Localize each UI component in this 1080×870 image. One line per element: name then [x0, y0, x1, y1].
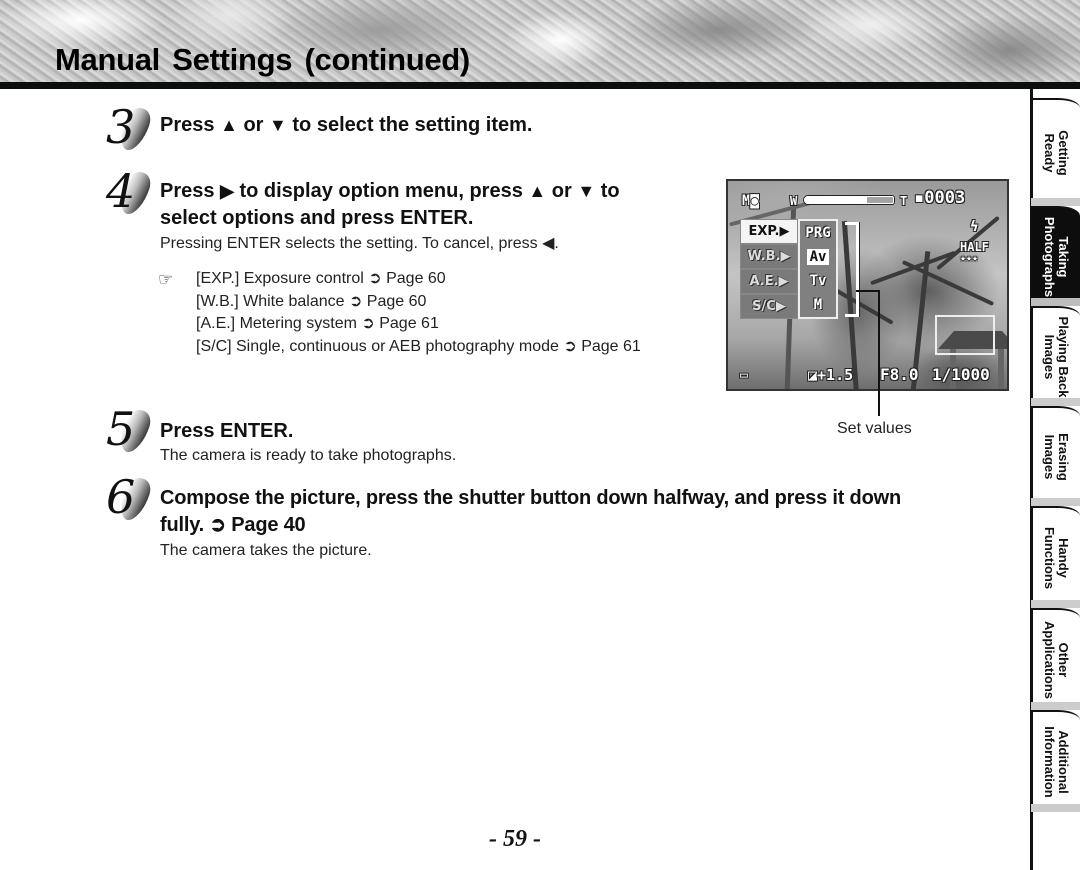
page-title: Manual Settings (continued)	[55, 42, 470, 77]
tab-handy-functions[interactable]: Handy Functions	[1031, 506, 1080, 608]
reference-sc[interactable]: [S/C] Single, continuous or AEB photogra…	[196, 336, 641, 359]
reference-exp[interactable]: [EXP.] Exposure control ➲ Page 60	[196, 268, 641, 291]
step-5-numeral: 5	[104, 402, 155, 456]
flash-icon: ϟ	[970, 219, 979, 235]
menu-item-ae[interactable]: A.E.▶	[740, 269, 798, 294]
zoom-wide-label: W	[790, 194, 798, 208]
exposure-comp: ◪+1.5	[808, 366, 854, 384]
af-frame	[935, 315, 995, 355]
step-6-heading: Compose the picture, press the shutter b…	[160, 487, 901, 536]
exposure-comp-icon: ◪	[808, 366, 818, 384]
tab-erasing-images[interactable]: Erasing Images	[1031, 406, 1080, 506]
reference-wb[interactable]: [W.B.] White balance ➲ Page 60	[196, 291, 641, 314]
settings-menu: EXP.▶ W.B.▶ A.E.▶ S/C▶	[740, 219, 798, 319]
step-5-description: The camera is ready to take photographs.	[160, 447, 457, 464]
pointing-hand-icon: ☞	[158, 270, 174, 289]
tab-other-applications[interactable]: Other Applications	[1031, 608, 1080, 710]
option-av[interactable]: Av	[800, 245, 836, 269]
menu-item-sc[interactable]: S/C▶	[740, 294, 798, 319]
options-bracket	[845, 222, 859, 317]
zoom-tele-label: T	[900, 194, 908, 208]
camera-lcd-illustration: M◙ W T ▪0003 ϟ HALF ★★★ EXP.▶ W.B.▶ A.E.▶…	[726, 179, 1009, 391]
page-number: - 59 -	[489, 826, 541, 852]
menu-item-exp[interactable]: EXP.▶	[740, 219, 798, 244]
step-3-heading: Press ▲ or ▼ to select the setting item.	[160, 114, 533, 136]
aperture-value: F8.0	[880, 365, 919, 384]
mode-indicator: M◙	[742, 193, 759, 209]
step-6-page-link[interactable]: fully. ➲ Page 40	[160, 514, 306, 536]
camera-icon: ◙	[750, 193, 759, 209]
step-4-description: Pressing ENTER selects the setting. To c…	[160, 235, 559, 252]
tab-taking-photographs[interactable]: Taking Photographs	[1031, 206, 1080, 306]
step-6-numeral: 6	[104, 470, 155, 524]
option-prg[interactable]: PRG	[800, 221, 836, 245]
up-arrow-icon: ▲	[220, 115, 238, 135]
step-4-heading: Press ▶ to display option menu, press ▲ …	[160, 180, 620, 229]
shutter-speed-value: 1/1000	[932, 365, 990, 384]
quality-indicator: HALF ★★★	[960, 240, 989, 264]
step-3-numeral: 3	[104, 100, 155, 154]
reference-ae[interactable]: [A.E.] Metering system ➲ Page 61	[196, 313, 641, 336]
page-header-banner: Manual Settings (continued)	[0, 0, 1080, 82]
header-divider	[0, 82, 1080, 89]
zoom-bar	[804, 196, 894, 204]
down-arrow-icon: ▼	[577, 181, 596, 201]
card-icon: ▪	[914, 188, 925, 208]
right-arrow-icon: ▶	[220, 181, 234, 201]
option-menu: PRG Av Tv M	[798, 219, 838, 319]
up-arrow-icon: ▲	[528, 181, 547, 201]
battery-icon: ▭	[740, 368, 748, 383]
frame-counter: ▪0003	[914, 188, 966, 208]
step-5-heading: Press ENTER.	[160, 420, 294, 442]
option-m[interactable]: M	[800, 293, 836, 317]
quality-stars: ★★★	[960, 253, 979, 264]
step-4-numeral: 4	[104, 164, 155, 218]
leader-line	[856, 290, 880, 292]
leader-line	[878, 290, 880, 416]
step-4-reference-list: [EXP.] Exposure control ➲ Page 60 [W.B.]…	[196, 268, 641, 358]
tab-playing-back-images[interactable]: Playing Back Images	[1031, 306, 1080, 406]
step-6-description: The camera takes the picture.	[160, 542, 372, 559]
down-arrow-icon: ▼	[269, 115, 287, 135]
set-values-caption: Set values	[837, 420, 912, 437]
option-tv[interactable]: Tv	[800, 269, 836, 293]
tab-additional-information[interactable]: Additional Information	[1031, 710, 1080, 812]
tab-getting-ready[interactable]: Getting Ready	[1031, 98, 1080, 206]
menu-item-wb[interactable]: W.B.▶	[740, 244, 798, 269]
